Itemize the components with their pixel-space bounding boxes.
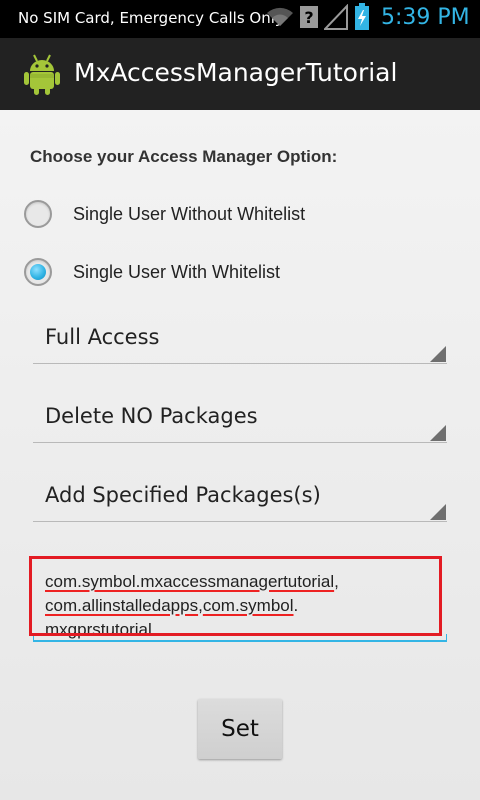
packages-input-text[interactable]: com.symbol.mxaccessmanagertutorial, com.a… (45, 570, 437, 642)
app-title: MxAccessManagerTutorial (74, 58, 398, 87)
dropdown-arrow-icon (430, 425, 446, 441)
access-spinner[interactable]: Full Access (33, 312, 447, 364)
package-name: com.allinstalledapps (45, 596, 199, 615)
dropdown-arrow-icon (430, 346, 446, 362)
package-name: com.symbol.mxaccessmanagertutorial (45, 572, 335, 591)
radio-button[interactable] (24, 200, 52, 228)
status-time: 5:39 PM (381, 5, 470, 30)
question-icon: ? (300, 4, 318, 34)
radio-label: Single User Without Whitelist (73, 203, 306, 224)
svg-text:?: ? (304, 8, 313, 27)
radio-with-whitelist[interactable]: Single User With Whitelist (24, 252, 280, 292)
signal-icon (322, 3, 348, 34)
dropdown-arrow-icon (430, 504, 446, 520)
separator: . (293, 596, 299, 615)
status-bar: No SIM Card, Emergency Calls Only ? 5:39… (0, 0, 480, 38)
battery-icon (354, 3, 370, 35)
radio-label: Single User With Whitelist (73, 261, 281, 282)
package-name: mxgprstutorial (45, 620, 152, 639)
wifi-icon (266, 6, 294, 32)
package-name: com.symbol (202, 596, 294, 615)
radio-without-whitelist[interactable]: Single User Without Whitelist (24, 194, 305, 234)
carrier-status-text: No SIM Card, Emergency Calls Only (18, 9, 284, 27)
status-icons: ? (266, 3, 370, 35)
spinner-value: Add Specified Packages(s) (45, 483, 321, 507)
spinner-value: Full Access (45, 325, 160, 349)
add-packages-spinner[interactable]: Add Specified Packages(s) (33, 470, 447, 522)
android-icon[interactable] (22, 52, 62, 96)
set-button[interactable]: Set (198, 699, 282, 759)
action-bar: MxAccessManagerTutorial (0, 38, 480, 110)
delete-packages-spinner[interactable]: Delete NO Packages (33, 391, 447, 443)
packages-input[interactable]: com.symbol.mxaccessmanagertutorial, com.a… (33, 560, 447, 642)
radio-button-checked[interactable] (24, 258, 52, 286)
section-label: Choose your Access Manager Option: (30, 147, 338, 166)
main-content: Choose your Access Manager Option: Singl… (0, 110, 480, 800)
spinner-value: Delete NO Packages (45, 404, 258, 428)
separator: , (334, 572, 339, 591)
